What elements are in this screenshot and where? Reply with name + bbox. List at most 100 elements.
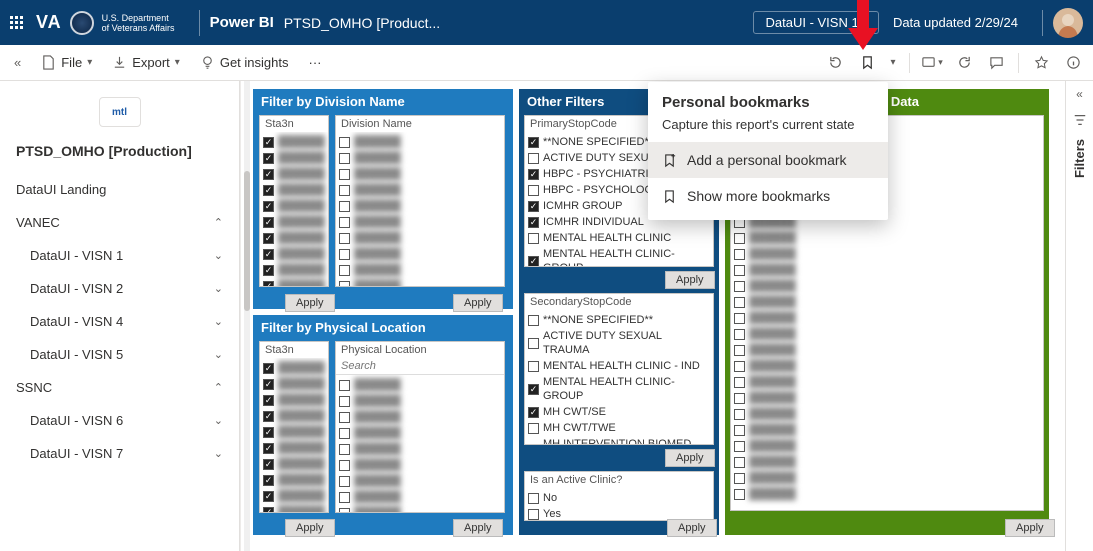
- add-personal-bookmark[interactable]: Add a personal bookmark: [648, 142, 888, 178]
- checkbox[interactable]: ✓: [263, 169, 274, 180]
- checkbox[interactable]: [339, 201, 350, 212]
- checkbox[interactable]: [734, 313, 745, 324]
- location-search-input[interactable]: [336, 358, 504, 375]
- checkbox[interactable]: [339, 476, 350, 487]
- checkbox[interactable]: ✓: [263, 427, 274, 438]
- checkbox[interactable]: [734, 265, 745, 276]
- checkbox[interactable]: ✓: [263, 379, 274, 390]
- slicer-location-sta3n[interactable]: Sta3n ✓██████✓██████✓██████✓██████✓█████…: [259, 341, 329, 513]
- nav-visn-2[interactable]: DataUI - VISN 2⌄: [0, 272, 239, 305]
- checkbox[interactable]: [339, 217, 350, 228]
- checkbox[interactable]: ✓: [528, 407, 539, 418]
- checkbox[interactable]: [734, 249, 745, 260]
- checkbox[interactable]: [339, 281, 350, 287]
- checkbox[interactable]: ✓: [263, 411, 274, 422]
- user-avatar[interactable]: [1053, 8, 1083, 38]
- list-item[interactable]: ✓██████: [263, 246, 325, 262]
- list-item[interactable]: ✓██████: [263, 360, 325, 376]
- checkbox[interactable]: [734, 281, 745, 292]
- list-item[interactable]: ██████: [734, 342, 1040, 358]
- list-item[interactable]: ✓██████: [263, 424, 325, 440]
- checkbox[interactable]: [528, 338, 539, 349]
- checkbox[interactable]: ✓: [263, 185, 274, 196]
- list-item[interactable]: ✓MH INTERVENTION BIOMED GRP: [528, 436, 710, 444]
- checkbox[interactable]: ✓: [263, 249, 274, 260]
- apply-secondary[interactable]: Apply: [665, 449, 715, 467]
- list-item[interactable]: ██████: [734, 486, 1040, 502]
- list-item[interactable]: ██████: [734, 438, 1040, 454]
- checkbox[interactable]: [528, 153, 539, 164]
- checkbox[interactable]: [734, 297, 745, 308]
- nav-group-ssnc[interactable]: SSNC⌃: [0, 371, 239, 404]
- list-item[interactable]: ██████: [734, 230, 1040, 246]
- list-item[interactable]: MH CWT/TWE: [528, 420, 710, 436]
- list-item[interactable]: ✓██████: [263, 440, 325, 456]
- checkbox[interactable]: ✓: [528, 137, 539, 148]
- checkbox[interactable]: ✓: [263, 137, 274, 148]
- list-item[interactable]: ✓MENTAL HEALTH CLINIC-GROUP: [528, 246, 710, 266]
- checkbox[interactable]: ✓: [263, 395, 274, 406]
- checkbox[interactable]: ✓: [263, 459, 274, 470]
- checkbox[interactable]: ✓: [528, 169, 539, 180]
- checkbox[interactable]: [734, 441, 745, 452]
- info-button[interactable]: [1059, 49, 1087, 77]
- nav-visn-6[interactable]: DataUI - VISN 6⌄: [0, 404, 239, 437]
- checkbox[interactable]: ✓: [263, 507, 274, 513]
- checkbox[interactable]: ✓: [263, 201, 274, 212]
- checkbox[interactable]: [339, 137, 350, 148]
- checkbox[interactable]: [339, 412, 350, 423]
- list-item[interactable]: ██████: [734, 454, 1040, 470]
- checkbox[interactable]: ✓: [263, 363, 274, 374]
- checkbox[interactable]: [734, 409, 745, 420]
- more-menu[interactable]: ···: [300, 51, 329, 74]
- checkbox[interactable]: [528, 185, 539, 196]
- app-launcher-icon[interactable]: [10, 16, 24, 30]
- apply-location-sta[interactable]: Apply: [285, 519, 335, 537]
- show-more-bookmarks[interactable]: Show more bookmarks: [648, 178, 888, 214]
- list-item[interactable]: ✓██████: [263, 198, 325, 214]
- view-button[interactable]: ▾: [918, 49, 946, 77]
- checkbox[interactable]: [734, 473, 745, 484]
- reset-button[interactable]: [821, 49, 849, 77]
- list-item[interactable]: ✓██████: [263, 488, 325, 504]
- checkbox[interactable]: [339, 249, 350, 260]
- report-breadcrumb[interactable]: PTSD_OMHO [Product...: [284, 15, 440, 31]
- list-item[interactable]: ✓██████: [263, 408, 325, 424]
- nav-visn-5[interactable]: DataUI - VISN 5⌄: [0, 338, 239, 371]
- checkbox[interactable]: [339, 444, 350, 455]
- slicer-division-sta3n[interactable]: Sta3n ✓██████✓██████✓██████✓██████✓█████…: [259, 115, 329, 287]
- list-item[interactable]: ██████: [339, 198, 501, 214]
- list-item[interactable]: ██████: [339, 377, 501, 393]
- list-item[interactable]: ██████: [339, 134, 501, 150]
- checkbox[interactable]: [734, 457, 745, 468]
- list-item[interactable]: ██████: [734, 374, 1040, 390]
- product-name[interactable]: Power BI: [210, 14, 274, 31]
- checkbox[interactable]: [734, 393, 745, 404]
- list-item[interactable]: ██████: [339, 262, 501, 278]
- expand-filters-icon[interactable]: «: [1076, 87, 1083, 101]
- list-item[interactable]: ██████: [734, 326, 1040, 342]
- checkbox[interactable]: [339, 428, 350, 439]
- list-item[interactable]: ✓██████: [263, 182, 325, 198]
- nav-visn-4[interactable]: DataUI - VISN 4⌄: [0, 305, 239, 338]
- list-item[interactable]: ██████: [339, 473, 501, 489]
- checkbox[interactable]: [734, 345, 745, 356]
- list-item[interactable]: ██████: [339, 425, 501, 441]
- filters-pane-collapsed[interactable]: « Filters: [1065, 81, 1093, 551]
- list-item[interactable]: ✓██████: [263, 392, 325, 408]
- checkbox[interactable]: ✓: [528, 217, 539, 228]
- refresh-button[interactable]: [950, 49, 978, 77]
- checkbox[interactable]: ✓: [263, 265, 274, 276]
- list-item[interactable]: ██████: [734, 406, 1040, 422]
- canvas-scrollbar[interactable]: [244, 81, 250, 551]
- checkbox[interactable]: [339, 265, 350, 276]
- checkbox[interactable]: [339, 380, 350, 391]
- collapse-nav-button[interactable]: «: [6, 51, 29, 74]
- list-item[interactable]: ██████: [734, 422, 1040, 438]
- list-item[interactable]: ██████: [339, 393, 501, 409]
- list-item[interactable]: ██████: [339, 409, 501, 425]
- checkbox[interactable]: ✓: [263, 233, 274, 244]
- checkbox[interactable]: [339, 508, 350, 513]
- list-item[interactable]: **NONE SPECIFIED**: [528, 312, 710, 328]
- list-item[interactable]: ██████: [339, 230, 501, 246]
